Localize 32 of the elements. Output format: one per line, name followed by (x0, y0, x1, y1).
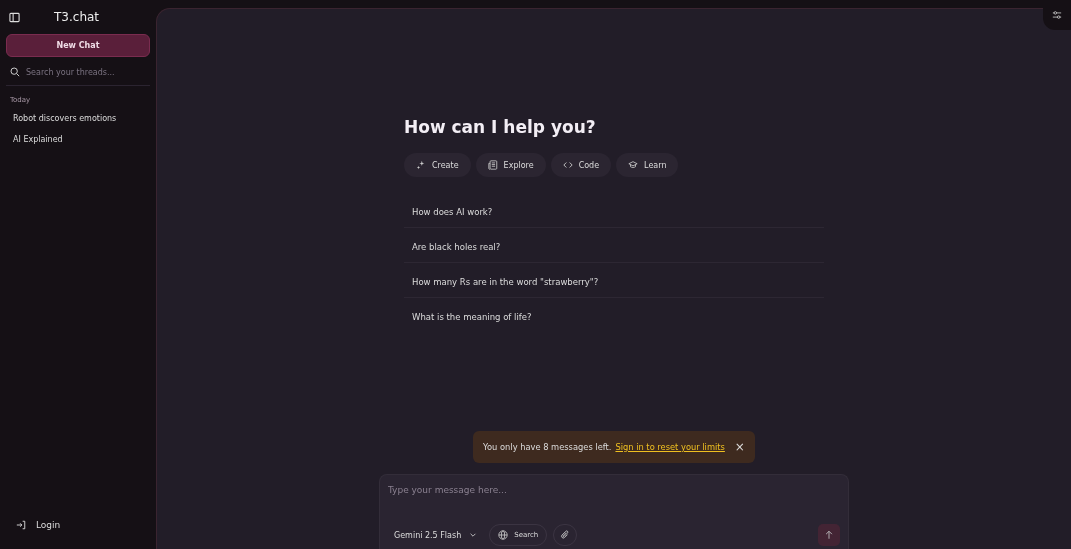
thread-item[interactable]: Robot discovers emotions (6, 108, 150, 129)
category-button[interactable]: Code (550, 153, 612, 177)
thread-search-field[interactable]: Search your threads... (26, 67, 136, 77)
close-button[interactable]: × (734, 440, 745, 454)
toast-message: You only have 8 messages left. (483, 442, 612, 452)
suggestion-item[interactable]: What is the meaning of life? (412, 312, 532, 322)
new-chat-button[interactable]: New Chat (6, 34, 150, 57)
sparkle-icon (416, 160, 426, 170)
category-button[interactable]: Explore (475, 153, 546, 177)
category-button[interactable]: Learn (616, 153, 679, 177)
settings-icon[interactable] (1052, 10, 1062, 20)
model-selector[interactable]: Gemini 2.5 Flash (388, 524, 484, 546)
arrow-up-icon (824, 530, 834, 540)
graduation-cap-icon (628, 160, 639, 170)
suggestion-item[interactable]: How does AI work? (412, 207, 493, 217)
welcome-heading: How can I help you? (404, 117, 597, 137)
sign-in-link[interactable]: Sign in to reset your limits (615, 442, 725, 452)
paperclip-icon (560, 530, 571, 540)
code-icon (562, 160, 573, 170)
newspaper-icon (487, 160, 498, 170)
globe-icon (498, 530, 509, 540)
chevron-down-icon (469, 531, 478, 539)
message-input[interactable]: Type your message here... (388, 485, 840, 495)
suggestion-item[interactable]: How many Rs are in the word "strawberry"? (412, 277, 599, 287)
suggestion-item[interactable]: Are black holes real? (412, 242, 501, 252)
sidebar-toggle-icon[interactable] (9, 11, 20, 23)
thread-item[interactable]: AI Explained (6, 129, 150, 150)
category-button[interactable]: Create (404, 153, 471, 177)
login-button[interactable]: Login (6, 511, 150, 539)
search-icon (10, 67, 20, 77)
login-icon (16, 520, 26, 530)
app-logo: T3.chat (54, 10, 100, 24)
